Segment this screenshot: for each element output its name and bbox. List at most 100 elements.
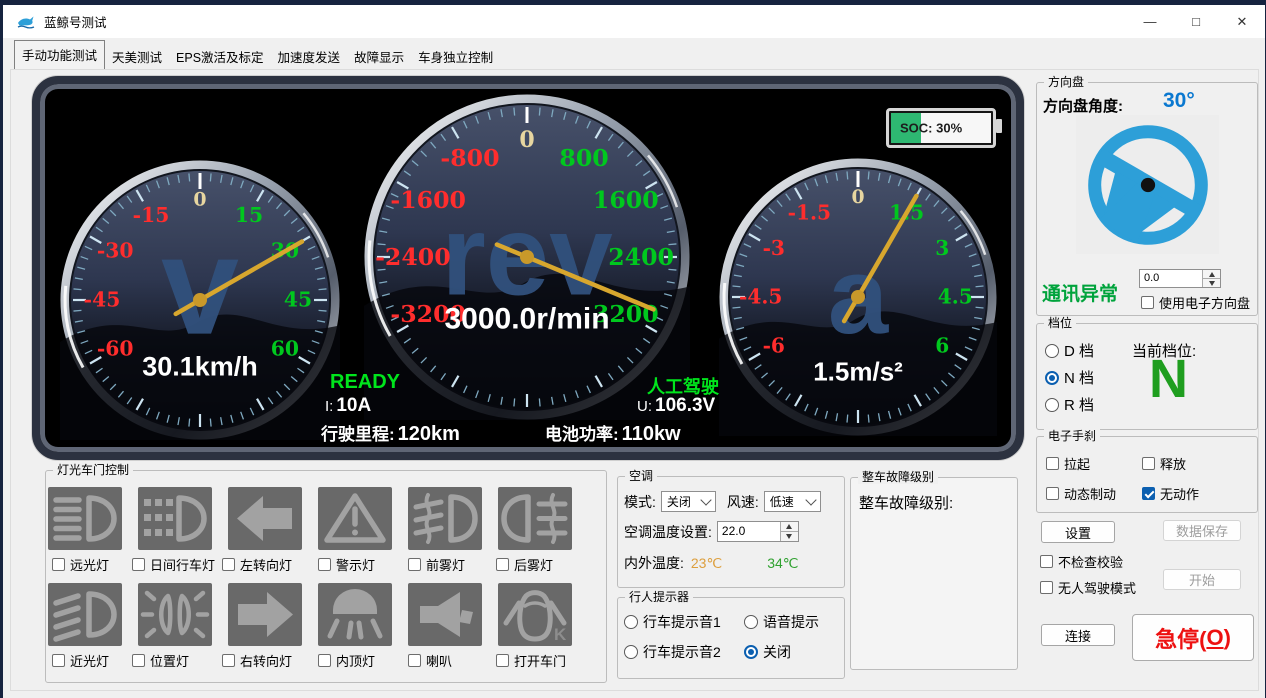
app-window: 蓝鲸号测试 — □ ✕ 手动功能测试 天美测试 EPS激活及标定 加速度发送 故…: [3, 5, 1265, 698]
pedestrian-sound2-option: 行车提示音2: [624, 642, 721, 662]
svg-text:1.5m/s²: 1.5m/s²: [813, 356, 903, 386]
handbrake-group: 电子手刹 拉起 释放 动态制动 无动作: [1036, 436, 1258, 513]
minimize-button[interactable]: —: [1127, 5, 1173, 38]
current-readout: I: 10A: [325, 395, 371, 417]
door-open-icon[interactable]: K: [498, 583, 572, 646]
rear-fog-icon[interactable]: [498, 487, 572, 550]
pedestrian-off-radio[interactable]: [744, 645, 758, 659]
tab-manual-function-test[interactable]: 手动功能测试: [14, 40, 105, 70]
steering-angle-spinbox[interactable]: 0.0: [1139, 269, 1221, 288]
high-beam-icon[interactable]: [48, 487, 122, 550]
electronic-steering-checkbox[interactable]: [1141, 296, 1154, 309]
steering-angle-value: 30°: [1163, 89, 1195, 113]
pedestrian-sound1-radio[interactable]: [624, 615, 638, 629]
handbrake-release-checkbox[interactable]: [1142, 457, 1155, 470]
tab-bar: 手动功能测试 天美测试 EPS激活及标定 加速度发送 故障显示 车身独立控制: [14, 46, 500, 70]
horn-row: 喇叭: [408, 651, 452, 670]
horn-checkbox[interactable]: [408, 654, 421, 667]
handbrake-pull-checkbox[interactable]: [1046, 457, 1059, 470]
pedestrian-off-option: 关闭: [744, 642, 791, 662]
chevron-down-icon: [700, 494, 711, 505]
fault-level-group: 整车故障级别 整车故障级别:: [850, 477, 1018, 670]
position-light-checkbox[interactable]: [132, 654, 145, 667]
current-gear-value: N: [1149, 352, 1188, 406]
settings-button[interactable]: 设置: [1041, 521, 1115, 543]
window-title: 蓝鲸号测试: [44, 12, 107, 31]
pedestrian-sound2-radio[interactable]: [624, 645, 638, 659]
gear-r-radio[interactable]: [1045, 398, 1059, 412]
gear-group-title: 档位: [1044, 316, 1076, 330]
no-check-checkbox[interactable]: [1040, 555, 1053, 568]
rear-fog-row: 后雾灯: [496, 555, 553, 574]
handbrake-dynamic-checkbox[interactable]: [1046, 487, 1059, 500]
drl-checkbox[interactable]: [132, 558, 145, 571]
turn-left-checkbox[interactable]: [222, 558, 235, 571]
gear-d-radio[interactable]: [1045, 344, 1059, 358]
door-open-checkbox[interactable]: [496, 654, 509, 667]
accel-gauge: a01.5-1.53-34.5-4.56-61.5m/s²: [719, 158, 997, 436]
position-light-icon[interactable]: [138, 583, 212, 646]
daytime-running-light-icon[interactable]: [138, 487, 212, 550]
maximize-button[interactable]: □: [1173, 5, 1219, 38]
turn-right-checkbox[interactable]: [222, 654, 235, 667]
svg-text:-1.5: -1.5: [788, 200, 831, 224]
tab-fault-display[interactable]: 故障显示: [347, 44, 411, 70]
svg-text:3: 3: [935, 236, 949, 260]
emergency-stop-button[interactable]: 急停(O): [1132, 614, 1254, 661]
svg-text:-2400: -2400: [375, 243, 451, 271]
ac-temp-spinbox[interactable]: 22.0: [717, 521, 799, 542]
tab-body-independent-control[interactable]: 车身独立控制: [411, 44, 500, 70]
power-readout: 电池功率: 110kw: [545, 420, 681, 446]
hazard-checkbox[interactable]: [318, 558, 331, 571]
fault-level-label: 整车故障级别:: [859, 492, 953, 513]
pedestrian-alert-group: 行人提示器 行车提示音1 语音提示 行车提示音2 关闭: [617, 597, 845, 679]
svg-text:-1600: -1600: [390, 186, 466, 214]
svg-text:-3: -3: [763, 236, 785, 260]
hazard-warning-icon[interactable]: [318, 487, 392, 550]
spin-up-button[interactable]: [1203, 270, 1220, 278]
rear-fog-checkbox[interactable]: [496, 558, 509, 571]
tab-tianmei-test[interactable]: 天美测试: [105, 44, 169, 70]
pedestrian-sound1-option: 行车提示音1: [624, 612, 721, 632]
unmanned-mode-checkbox[interactable]: [1040, 581, 1053, 594]
turn-right-icon[interactable]: [228, 583, 302, 646]
front-fog-icon[interactable]: [408, 487, 482, 550]
spin-down-button[interactable]: [781, 531, 798, 541]
front-fog-row: 前雾灯: [408, 555, 465, 574]
svg-text:15: 15: [235, 203, 263, 227]
steering-group-title: 方向盘: [1044, 75, 1088, 89]
close-button[interactable]: ✕: [1219, 5, 1265, 38]
tab-eps-calibration[interactable]: EPS激活及标定: [169, 44, 271, 70]
svg-text:-45: -45: [84, 288, 121, 312]
pedestrian-voice-radio[interactable]: [744, 615, 758, 629]
gear-group: 档位 D 档 N 档 R 档 当前档位: N: [1036, 323, 1258, 430]
save-data-button[interactable]: 数据保存: [1163, 520, 1241, 541]
dome-light-icon[interactable]: [318, 583, 392, 646]
gear-n-radio[interactable]: [1045, 371, 1059, 385]
lights-doors-group: 灯光车门控制: [45, 470, 607, 683]
start-button[interactable]: 开始: [1163, 569, 1241, 590]
low-beam-icon[interactable]: [48, 583, 122, 646]
turn-left-row: 左转向灯: [222, 555, 292, 574]
ac-mode-select[interactable]: 关闭: [661, 491, 716, 512]
svg-text:-60: -60: [97, 337, 134, 361]
svg-text:-15: -15: [133, 203, 170, 227]
front-fog-checkbox[interactable]: [408, 558, 421, 571]
tab-acceleration-send[interactable]: 加速度发送: [271, 44, 348, 70]
ac-fan-select[interactable]: 低速: [764, 491, 821, 512]
low-beam-checkbox[interactable]: [52, 654, 65, 667]
horn-icon[interactable]: [408, 583, 482, 646]
pedestrian-voice-option: 语音提示: [744, 612, 819, 632]
hazard-row: 警示灯: [318, 555, 375, 574]
turn-left-icon[interactable]: [228, 487, 302, 550]
svg-text:-6: -6: [763, 333, 785, 357]
spin-down-button[interactable]: [1203, 278, 1220, 287]
high-beam-checkbox[interactable]: [52, 558, 65, 571]
steering-angle-input-row: 0.0: [1139, 269, 1221, 288]
ac-temp-row: 空调温度设置: 22.0: [624, 521, 799, 542]
dome-light-checkbox[interactable]: [318, 654, 331, 667]
spin-up-button[interactable]: [781, 522, 798, 531]
connect-button[interactable]: 连接: [1041, 624, 1115, 646]
ready-status: READY: [330, 371, 400, 394]
handbrake-noaction-checkbox[interactable]: [1142, 487, 1155, 500]
